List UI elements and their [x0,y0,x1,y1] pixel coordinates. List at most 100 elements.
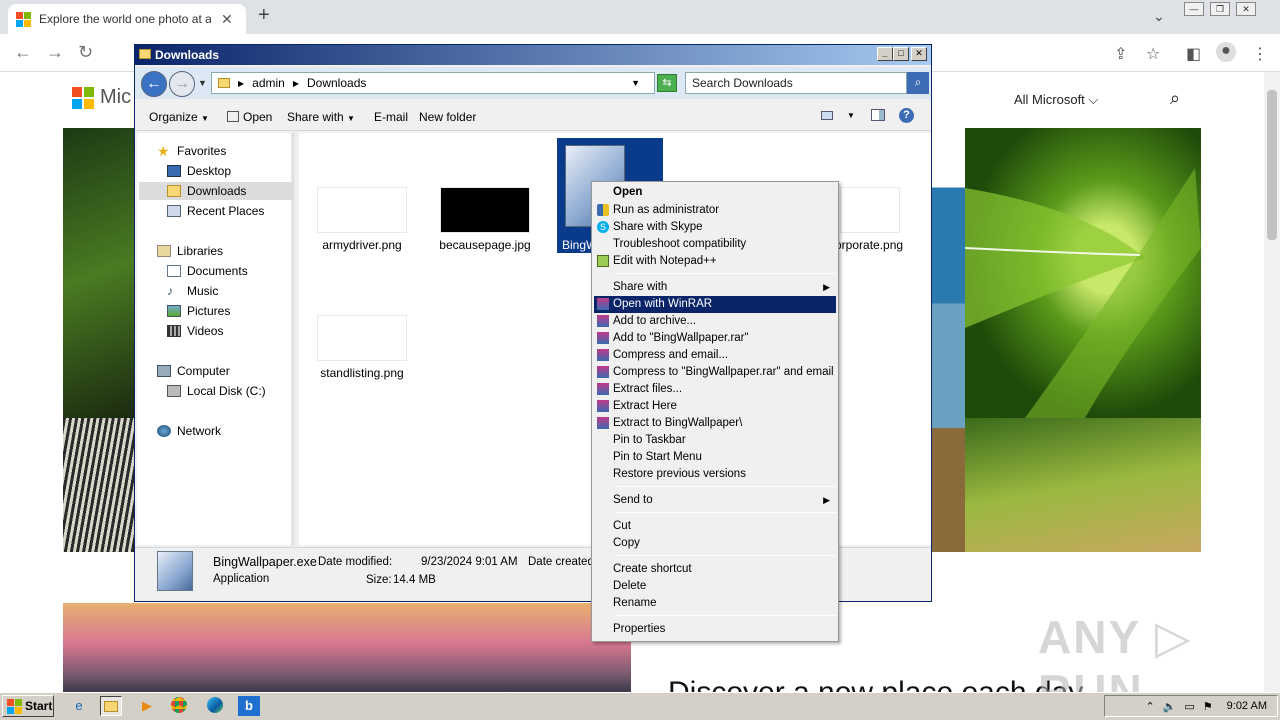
photo-valley [965,418,1201,552]
volume-icon[interactable]: 🔈 [1163,700,1177,713]
menu-create-shortcut[interactable]: Create shortcut [594,561,836,578]
restore-button[interactable]: ❐ [1210,2,1230,16]
nav-documents[interactable]: Documents [167,264,248,278]
address-bar[interactable]: ▶ admin ▶ Downloads ▼ [211,72,655,94]
menu-run-as-admin[interactable]: Run as administrator [594,202,836,219]
file-name[interactable]: becausepage.jpg [425,238,545,252]
menu-compress-rar-email[interactable]: Compress to "BingWallpaper.rar" and emai… [594,364,836,381]
all-microsoft-menu[interactable]: All Microsoft ⌵ [1014,92,1098,108]
explorer-back-icon[interactable]: ← [141,71,167,97]
nav-local-disk[interactable]: Local Disk (C:) [167,384,266,398]
menu-share-with[interactable]: Share with ▶ [594,279,836,296]
search-magnifier-icon[interactable]: ⌕ [907,72,929,94]
menu-restore-versions[interactable]: Restore previous versions [594,466,836,483]
menu-send-to[interactable]: Send to ▶ [594,492,836,509]
breadcrumb-downloads[interactable]: Downloads [307,76,366,90]
file-thumbnail[interactable] [840,187,900,233]
bookmark-star-icon[interactable]: ☆ [1146,44,1160,64]
winrar-icon [597,349,609,361]
file-thumbnail[interactable] [317,187,407,233]
menu-add-rar[interactable]: Add to "BingWallpaper.rar" [594,330,836,347]
menu-share-skype[interactable]: S Share with Skype [594,219,836,236]
email-button[interactable]: E-mail [374,110,408,124]
nav-libraries[interactable]: Libraries [157,244,223,258]
media-player-icon[interactable]: ▶ [136,696,158,716]
search-downloads-input[interactable]: Search Downloads [685,72,907,94]
nav-computer[interactable]: Computer [157,364,230,378]
nav-music[interactable]: ♪ Music [167,284,218,298]
microsoft-logo[interactable]: Mic [72,86,131,109]
file-name[interactable]: armydriver.png [302,238,422,252]
menu-rename[interactable]: Rename [594,595,836,612]
tab-search-chevron-icon[interactable]: ⌄ [1153,8,1165,25]
menu-delete[interactable]: Delete [594,578,836,595]
menu-notepad[interactable]: Edit with Notepad++ [594,253,836,270]
menu-pin-start[interactable]: Pin to Start Menu [594,449,836,466]
organize-button[interactable]: Organize ▼ [149,110,209,124]
menu-open[interactable]: Open [594,184,836,201]
explorer-titlebar[interactable]: Downloads [135,45,931,65]
open-button[interactable]: Open [227,110,272,124]
view-icon[interactable] [821,111,833,120]
menu-add-archive[interactable]: Add to archive... [594,313,836,330]
back-arrow-icon[interactable]: ← [14,42,32,63]
nav-videos[interactable]: Videos [167,324,223,338]
menu-pin-taskbar[interactable]: Pin to Taskbar [594,432,836,449]
network-tray-icon[interactable]: ▭ [1184,700,1194,713]
menu-open-winrar[interactable]: Open with WinRAR [594,296,836,313]
close-window-button[interactable]: ✕ [1236,2,1256,16]
menu-extract-to[interactable]: Extract to BingWallpaper\ [594,415,836,432]
share-with-button[interactable]: Share with ▼ [287,110,355,124]
nav-downloads[interactable]: Downloads [167,184,246,198]
file-name[interactable]: standlisting.png [302,366,422,380]
clock[interactable]: 9:02 AM [1227,700,1267,712]
explorer-close-button[interactable]: ✕ [911,47,927,61]
new-folder-button[interactable]: New folder [419,110,476,124]
chrome-icon[interactable] [168,696,190,716]
preview-pane-icon[interactable] [871,109,885,121]
menu-cut[interactable]: Cut [594,518,836,535]
nav-recent-places[interactable]: Recent Places [167,204,264,218]
view-dropdown-icon[interactable]: ▼ [847,111,855,120]
nav-network[interactable]: Network [157,424,221,438]
nav-favorites[interactable]: ★ Favorites [157,144,226,158]
tray-expand-icon[interactable]: ⌃ [1145,700,1154,713]
nav-pictures[interactable]: Pictures [167,304,230,318]
forward-arrow-icon[interactable]: → [46,42,64,63]
page-scrollbar-thumb[interactable] [1267,90,1277,240]
menu-copy[interactable]: Copy [594,535,836,552]
minimize-button[interactable]: — [1184,2,1204,16]
address-dropdown-icon[interactable]: ▼ [631,78,640,88]
menu-extract-here[interactable]: Extract Here [594,398,836,415]
nav-desktop[interactable]: Desktop [167,164,231,178]
breadcrumb-admin[interactable]: admin [252,76,285,90]
share-icon[interactable]: ⇪ [1114,44,1127,64]
menu-compress-email[interactable]: Compress and email... [594,347,836,364]
reload-icon[interactable]: ↻ [78,42,93,63]
start-button[interactable]: Start [2,695,54,717]
tab-close-icon[interactable]: ✕ [221,11,233,28]
edge-icon[interactable] [204,696,226,716]
ie-icon[interactable]: e [68,696,90,716]
menu-troubleshoot[interactable]: Troubleshoot compatibility [594,236,836,253]
refresh-icon[interactable]: ⇆ [657,74,677,92]
explorer-minimize-button[interactable]: _ [877,47,893,61]
menu-dots-icon[interactable]: ⋮ [1252,44,1268,64]
file-thumbnail[interactable] [440,187,530,233]
search-icon[interactable]: ⌕ [1170,88,1180,109]
profile-avatar-icon[interactable]: ● [1216,42,1236,62]
explorer-forward-icon[interactable]: → [169,71,195,97]
explorer-taskbar-icon[interactable] [100,696,122,716]
action-center-flag-icon[interactable]: ⚑ [1203,700,1213,713]
file-name[interactable]: orporate.png [835,238,903,252]
bing-wallpaper-taskbar-icon[interactable]: b [238,696,260,716]
new-tab-button[interactable]: + [258,4,270,27]
explorer-maximize-button[interactable]: □ [893,47,909,61]
menu-properties[interactable]: Properties [594,621,836,638]
menu-extract-files[interactable]: Extract files... [594,381,836,398]
side-panel-icon[interactable]: ◧ [1186,44,1201,64]
file-thumbnail[interactable] [317,315,407,361]
help-icon[interactable]: ? [899,108,914,123]
browser-tab[interactable]: Explore the world one photo at a time ✕ [8,4,246,34]
recent-pages-chevron-icon[interactable]: ▼ [198,78,207,88]
